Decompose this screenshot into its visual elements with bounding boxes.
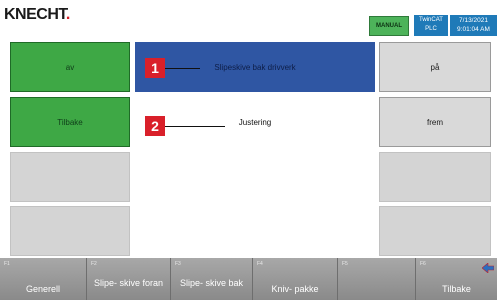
mode-badge: MANUAL [369,16,409,36]
callout-2: 2 [145,116,165,136]
fkey-number: F3 [175,261,181,267]
fkey-grinding-wheel-rear[interactable]: F3 Slipe- skive bak [171,258,253,300]
plc-status: TwinCAT PLC [414,15,448,36]
fkey-label: Kniv- pakke [271,284,319,294]
brand-logo: KNECHT. [4,6,70,24]
fkey-number: F5 [342,261,348,267]
callout-1: 1 [145,58,165,78]
fkey-label: Slipe- skive bak [179,278,244,288]
plc-status-line1: TwinCAT [419,17,443,23]
empty-button-right-4 [379,206,491,256]
empty-display-4 [135,206,375,256]
back-button[interactable]: Tilbake [10,97,130,147]
fkey-label: Tilbake [442,284,471,294]
callout-2-line [165,126,225,127]
datetime-display: 7/13/2021 9:01:04 AM [450,15,497,36]
fkey-number: F4 [257,261,263,267]
callout-1-line [165,68,200,69]
time-text: 9:01:04 AM [457,26,490,33]
function-display-drive: Slipeskive bak drivverk [135,42,375,92]
fkey-label: Slipe- skive foran [93,278,164,288]
empty-button-left-4 [10,206,130,256]
fkey-number: F2 [91,261,97,267]
fkey-knife-pack[interactable]: F4 Kniv- pakke [253,258,338,300]
top-bar: KNECHT. MANUAL TwinCAT PLC 7/13/2021 9:0… [0,0,497,38]
date-text: 7/13/2021 [459,17,488,24]
fkey-label: Generell [25,284,61,294]
fkey-general[interactable]: F1 Generell [0,258,87,300]
function-display-adjust: Justering [135,97,375,147]
fkey-number: F6 [420,261,426,267]
fkey-back[interactable]: F6 Tilbake [416,258,497,300]
brand-dot: . [65,6,70,23]
forward-button[interactable]: frem [379,97,491,147]
fkey-number: F1 [4,261,10,267]
empty-button-right-3 [379,152,491,202]
brand-name: KNECHT [4,6,66,23]
fkey-empty[interactable]: F5 [338,258,416,300]
empty-button-left-3 [10,152,130,202]
empty-display-3 [135,152,375,202]
plc-status-line2: PLC [425,26,437,32]
fkey-grinding-wheel-front[interactable]: F2 Slipe- skive foran [87,258,171,300]
on-button[interactable]: på [379,42,491,92]
function-key-bar: F1 Generell F2 Slipe- skive foran F3 Sli… [0,258,497,300]
control-grid: av Slipeskive bak drivverk på Tilbake Ju… [6,42,497,256]
back-arrow-icon [482,263,494,273]
off-button[interactable]: av [10,42,130,92]
